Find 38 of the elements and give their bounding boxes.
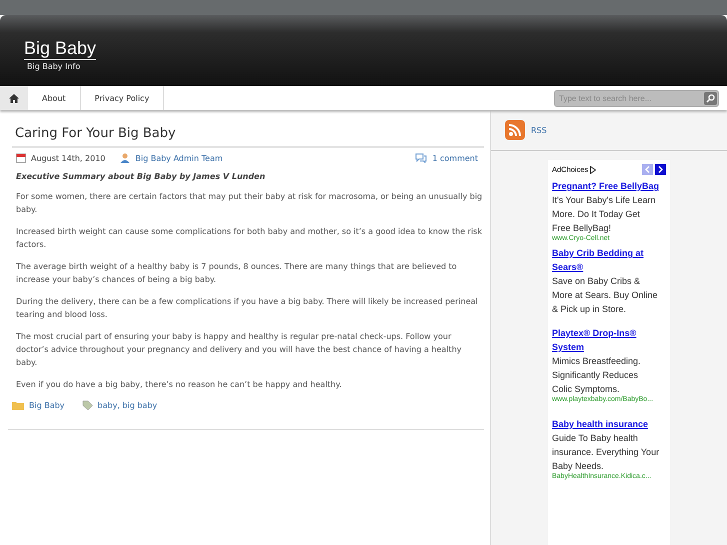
author-link[interactable]: Big Baby Admin Team bbox=[135, 154, 223, 162]
chevron-right-icon bbox=[658, 166, 663, 173]
person-icon bbox=[120, 153, 130, 163]
calendar-icon bbox=[16, 153, 26, 163]
play-icon bbox=[590, 166, 596, 174]
post-date: August 14th, 2010 bbox=[31, 154, 106, 162]
tags-link[interactable]: baby, big baby bbox=[98, 401, 158, 410]
ad-title-link[interactable]: Playtex® Drop-Ins® System bbox=[552, 326, 666, 354]
ad-text: It's Your Baby's Life Learn More. Do It Today Get Free BellyBag! bbox=[552, 194, 657, 234]
site-tagline: Big Baby Info bbox=[27, 62, 80, 71]
ad-text: Save on Baby Cribs & More at Sears. Buy Online & Pick up in Store. bbox=[552, 275, 659, 316]
category-link[interactable]: Big Baby bbox=[29, 401, 65, 410]
search-button[interactable] bbox=[704, 92, 717, 104]
search-icon bbox=[706, 94, 715, 102]
post-paragraph: The most crucial part of ensuring your baby is happy and healthy is regular pre-natal check-ups. Follow your doctor’s advice throughout your pregnancy and delivery and you will have the best chance of having a healthy baby. bbox=[16, 331, 462, 369]
folder-icon bbox=[12, 401, 24, 410]
chevron-left-icon bbox=[645, 166, 650, 173]
rss-icon[interactable] bbox=[505, 120, 525, 140]
home-icon bbox=[9, 94, 19, 102]
rss-link[interactable]: RSS bbox=[531, 126, 547, 134]
tag-icon bbox=[82, 400, 93, 411]
site-title[interactable]: Big Baby bbox=[24, 37, 96, 60]
post-paragraph: For some women, there are certain factors that may put their baby at risk for macrosoma, or being an unusually big baby. bbox=[16, 191, 484, 216]
ad-title-link[interactable]: Baby health insurance bbox=[552, 417, 666, 431]
home-button[interactable] bbox=[0, 86, 28, 110]
post-paragraph: The average birth weight of a healthy baby is 7 pounds, 8 ounces. There are many things that are believed to increase your baby’s chances of being a big baby. bbox=[16, 261, 458, 286]
ad-title-link[interactable]: Pregnant? Free BellyBag bbox=[552, 179, 666, 193]
post-paragraph: Even if you do have a big baby, there’s no reason he can’t be happy and healthy. bbox=[16, 379, 343, 391]
comments-link[interactable]: 1 comment bbox=[432, 154, 478, 162]
ad-text: Guide To Baby health insurance. Everything Your Baby Needs. bbox=[552, 432, 660, 472]
ad-title-link[interactable]: Baby Crib Bedding at Sears® bbox=[552, 246, 666, 274]
ad-text: Mimics Breastfeeding. Significantly Reduces Colic Symptoms. bbox=[552, 355, 642, 396]
speech-bubble-icon bbox=[415, 153, 428, 163]
post-paragraph: During the delivery, there can be a few complications if you have a big baby. There will likely be increased perineal tearing and blood loss. bbox=[16, 296, 479, 321]
post-title: Caring For Your Big Baby bbox=[15, 126, 177, 141]
post-paragraph: Increased birth weight can cause some complications for both baby and mother, so it’s a good idea to know the risk factors. bbox=[16, 226, 483, 251]
post-summary: Executive Summary about Big Baby by James V Lunden bbox=[16, 172, 266, 181]
next-button[interactable] bbox=[655, 164, 666, 175]
